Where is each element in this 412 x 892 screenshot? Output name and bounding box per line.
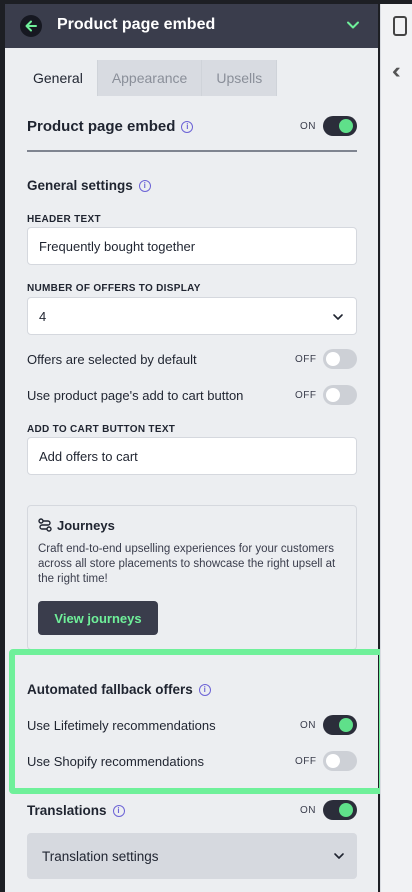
shopify-label: Use Shopify recommendations bbox=[27, 754, 205, 769]
toggle-knob bbox=[339, 718, 353, 732]
toggle-knob bbox=[339, 803, 353, 817]
fallback-title-text: Automated fallback offers bbox=[27, 682, 193, 697]
embed-title: Product page embed i bbox=[27, 118, 194, 135]
translations-toggle[interactable] bbox=[323, 800, 357, 820]
collapse-icon[interactable]: ‹‹ bbox=[392, 60, 400, 82]
chevron-down-icon bbox=[333, 314, 343, 320]
offers-count-value: 4 bbox=[39, 308, 47, 324]
settings-panel: Product page embed General Appearance Up… bbox=[5, 4, 378, 892]
tab-appearance[interactable]: Appearance bbox=[97, 60, 203, 96]
use-product-button-state: OFF bbox=[295, 390, 317, 401]
shopify-state: OFF bbox=[295, 756, 317, 767]
arrow-left-icon bbox=[25, 20, 37, 32]
toggle-knob bbox=[326, 754, 340, 768]
tab-bar: General Appearance Upsells bbox=[19, 60, 278, 96]
embed-toggle[interactable] bbox=[323, 116, 357, 136]
selected-default-label: Offers are selected by default bbox=[27, 352, 197, 367]
general-settings-title: General settings i bbox=[27, 178, 151, 193]
journeys-card: Journeys Craft end-to-end upselling expe… bbox=[27, 505, 357, 650]
offers-count-label: NUMBER OF OFFERS TO DISPLAY bbox=[27, 283, 201, 294]
route-icon bbox=[38, 518, 52, 532]
header-text-label: HEADER TEXT bbox=[27, 214, 101, 225]
add-to-cart-text-input[interactable]: Add offers to cart bbox=[27, 437, 357, 475]
lifetimely-label: Use Lifetimely recommendations bbox=[27, 718, 216, 733]
use-product-button-label: Use product page's add to cart button bbox=[27, 388, 244, 403]
toggle-knob bbox=[326, 388, 340, 402]
back-button[interactable] bbox=[20, 15, 42, 37]
journeys-title-text: Journeys bbox=[57, 518, 115, 533]
journeys-title: Journeys bbox=[38, 518, 115, 533]
lifetimely-state: ON bbox=[300, 720, 316, 731]
tab-general[interactable]: General bbox=[19, 60, 98, 96]
translations-title-text: Translations bbox=[27, 803, 107, 818]
info-icon[interactable]: i bbox=[112, 805, 125, 818]
info-icon[interactable]: i bbox=[198, 684, 211, 697]
panel-header: Product page embed bbox=[5, 4, 378, 48]
toggle-knob bbox=[339, 119, 353, 133]
offers-count-select[interactable]: 4 bbox=[27, 297, 357, 335]
shopify-toggle[interactable] bbox=[323, 751, 357, 771]
fallback-title: Automated fallback offers i bbox=[27, 682, 211, 697]
app-frame: Product page embed General Appearance Up… bbox=[0, 0, 412, 892]
header-text-input[interactable]: Frequently bought together bbox=[27, 227, 357, 265]
embed-title-text: Product page embed bbox=[27, 118, 176, 135]
use-product-button-toggle[interactable] bbox=[323, 385, 357, 405]
journeys-description: Craft end-to-end upselling experiences f… bbox=[38, 543, 336, 585]
translations-state: ON bbox=[300, 805, 316, 816]
lifetimely-toggle[interactable] bbox=[323, 715, 357, 735]
chevron-down-icon[interactable] bbox=[346, 18, 360, 32]
tab-upsells[interactable]: Upsells bbox=[202, 60, 278, 96]
info-icon[interactable]: i bbox=[138, 180, 151, 193]
side-rail: ‹‹ bbox=[380, 4, 412, 892]
translations-title: Translations i bbox=[27, 803, 125, 818]
section-divider bbox=[27, 150, 357, 152]
embed-toggle-state: ON bbox=[300, 121, 316, 132]
add-to-cart-label: ADD TO CART BUTTON TEXT bbox=[27, 424, 176, 435]
device-icon[interactable] bbox=[393, 16, 407, 36]
translation-settings-label: Translation settings bbox=[42, 848, 159, 864]
chevron-down-icon bbox=[334, 853, 344, 859]
translation-settings-accordion[interactable]: Translation settings bbox=[27, 833, 357, 879]
info-icon[interactable]: i bbox=[181, 121, 194, 134]
view-journeys-button[interactable]: View journeys bbox=[38, 601, 158, 635]
toggle-knob bbox=[326, 352, 340, 366]
panel-title: Product page embed bbox=[57, 16, 216, 33]
selected-default-toggle[interactable] bbox=[323, 349, 357, 369]
general-settings-title-text: General settings bbox=[27, 178, 133, 193]
selected-default-state: OFF bbox=[295, 354, 317, 365]
